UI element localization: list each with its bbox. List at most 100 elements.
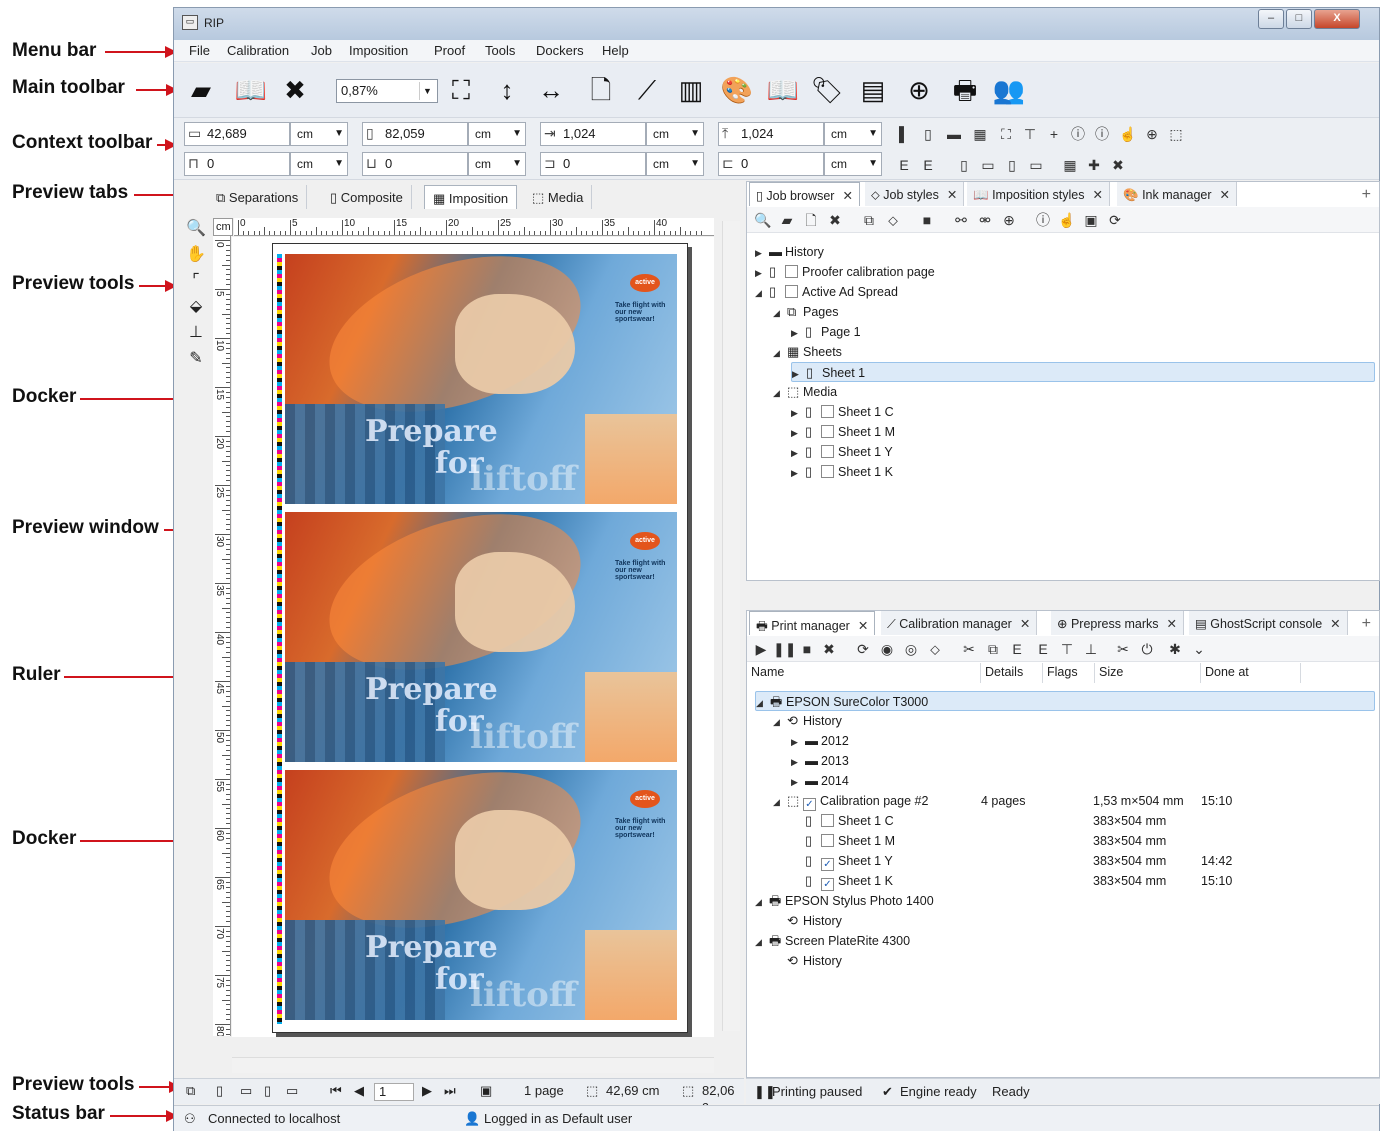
checkbox[interactable] xyxy=(821,814,834,827)
pan-tool-icon[interactable]: ✋ xyxy=(184,243,208,267)
stop-icon[interactable]: ■ xyxy=(917,210,937,230)
close-icon[interactable]: ✕ xyxy=(1330,617,1340,631)
eyedropper-icon[interactable]: ✎ xyxy=(184,347,208,371)
expander-icon[interactable]: ◢ xyxy=(755,892,769,912)
menu-help[interactable]: Help xyxy=(602,43,629,58)
col-done-at[interactable]: Done at xyxy=(1201,663,1301,683)
pin-icon[interactable]: ⊤ xyxy=(1020,123,1040,145)
landscape-icon[interactable]: ▭ xyxy=(978,154,998,176)
refresh-icon[interactable]: ⟳ xyxy=(1105,210,1125,230)
expander-icon[interactable]: ▶ xyxy=(791,423,805,443)
tree-row[interactable]: ◢ ▯ Active Ad Spread xyxy=(755,282,898,302)
tab-prepress-marks[interactable]: ⊕ Prepress marks ✕ xyxy=(1051,611,1184,635)
expander-icon[interactable]: ▶ xyxy=(791,443,805,463)
menu-calibration[interactable]: Calibration xyxy=(227,43,289,58)
close-icon[interactable]: ✕ xyxy=(1092,188,1102,202)
link-icon[interactable]: ⚯ xyxy=(951,210,971,230)
tree-row[interactable]: ◢ ▦ Sheets xyxy=(773,342,842,362)
tree-row[interactable]: ▶ ▯ Sheet 1 K xyxy=(791,462,893,482)
preview-eye-icon[interactable]: ◉ xyxy=(877,639,897,659)
scale-y-unit-select[interactable]: cm ▼ xyxy=(824,122,882,146)
book-close-icon[interactable]: ✖ xyxy=(278,73,312,107)
close-icon[interactable]: ✕ xyxy=(858,619,868,633)
cut-sheet-icon[interactable]: ✂ xyxy=(959,639,979,659)
checkbox[interactable]: ✓ xyxy=(821,858,834,871)
width-unit-select[interactable]: cm ▼ xyxy=(290,122,348,146)
offset-x-unit-select[interactable]: cm ▼ xyxy=(290,152,348,176)
tab-separations[interactable]: ⧉ Separations xyxy=(208,185,308,209)
search-icon[interactable]: 🔍 xyxy=(753,210,773,230)
new-page-icon[interactable]: 🗋 xyxy=(584,73,618,107)
checkbox[interactable]: ✓ xyxy=(821,878,834,891)
last-page-icon[interactable]: ⏭ xyxy=(444,1083,456,1099)
close-icon[interactable]: ✕ xyxy=(1167,617,1177,631)
menu-dockers[interactable]: Dockers xyxy=(536,43,584,58)
crosshair-icon[interactable]: + xyxy=(1044,123,1064,145)
table-row[interactable]: ◢ 🖶 EPSON Stylus Photo 1400 xyxy=(755,891,934,911)
add-tab-button[interactable]: + xyxy=(1362,615,1371,633)
curve-icon[interactable]: ⟋ xyxy=(630,73,664,107)
expander-icon[interactable]: ◢ xyxy=(773,712,787,732)
open-folder-icon[interactable]: ▰ xyxy=(777,210,797,230)
chevron-down-icon[interactable]: ▼ xyxy=(419,82,435,100)
portrait-icon[interactable]: ▯ xyxy=(954,154,974,176)
disc-icon[interactable]: ◎ xyxy=(901,639,921,659)
expander-icon[interactable]: ▶ xyxy=(755,243,769,263)
close-icon[interactable]: ✕ xyxy=(1020,617,1030,631)
add-tab-button[interactable]: + xyxy=(1362,186,1371,204)
unlink-icon[interactable]: ⚮ xyxy=(975,210,995,230)
expander-icon[interactable]: ◢ xyxy=(755,932,769,952)
copy-icon[interactable]: ⧉ xyxy=(983,639,1003,659)
registration-icon[interactable]: ⊕ xyxy=(1142,123,1162,145)
margin-left-unit-select[interactable]: cm ▼ xyxy=(824,152,882,176)
chevron-down-icon[interactable]: ⌄ xyxy=(1189,639,1209,659)
add-circle-icon[interactable]: ⊕ xyxy=(999,210,1019,230)
margin-right-field[interactable]: ⊐ 0 xyxy=(540,152,646,176)
book-icon[interactable]: 📖 xyxy=(234,73,268,107)
checkbox[interactable] xyxy=(785,265,798,278)
tree-row[interactable]: ◢ ⬚ Media xyxy=(773,382,837,402)
copy-icon[interactable]: ⧉ xyxy=(859,210,879,230)
menu-job[interactable]: Job xyxy=(311,43,332,58)
offset-x-field[interactable]: ⊓ 0 xyxy=(184,152,290,176)
col-size[interactable]: Size xyxy=(1095,663,1201,683)
minimize-button[interactable]: – xyxy=(1258,9,1284,29)
delete-icon[interactable]: ✖ xyxy=(1108,154,1128,176)
power-icon[interactable]: ⏻ xyxy=(1137,639,1157,659)
rotate-page-icon[interactable]: ▯ xyxy=(264,1083,271,1099)
prev-page-icon[interactable]: ◀ xyxy=(354,1083,364,1099)
margin-left-field[interactable]: ⊏ 0 xyxy=(718,152,824,176)
tab-job-styles[interactable]: ⬦ Job styles ✕ xyxy=(865,182,965,206)
hand-icon[interactable]: ☝ xyxy=(1057,210,1077,230)
cmyk-icon[interactable]: ▦ xyxy=(970,123,990,145)
checkbox[interactable] xyxy=(821,834,834,847)
checkbox[interactable] xyxy=(821,445,834,458)
tab-ink-manager[interactable]: 🎨 Ink manager ✕ xyxy=(1117,182,1238,206)
table-row[interactable]: ▯ ✓ Sheet 1 Y xyxy=(791,851,893,871)
expander-icon[interactable]: ▶ xyxy=(755,263,769,283)
expander-icon[interactable]: ◢ xyxy=(773,792,787,812)
scale-y-field[interactable]: ⤒ 1,024 xyxy=(718,122,824,146)
align-bars-icon[interactable]: ▯ xyxy=(918,123,938,145)
new-job-icon[interactable]: 🗋 xyxy=(801,210,821,230)
duplex-icon[interactable]: E xyxy=(894,154,914,176)
preview-mode-icon[interactable]: ⧉ xyxy=(186,1083,195,1099)
tree-row[interactable]: ▶ ▯ Sheet 1 M xyxy=(791,422,895,442)
horizontal-scrollbar[interactable] xyxy=(232,1057,714,1073)
tab-imposition-styles[interactable]: 📖 Imposition styles ✕ xyxy=(967,182,1110,206)
close-icon[interactable]: ✕ xyxy=(947,188,957,202)
page-e-icon[interactable]: E xyxy=(1007,639,1027,659)
open-folder-icon[interactable]: ▰ xyxy=(184,73,218,107)
users-icon[interactable]: 👥 xyxy=(992,73,1026,107)
expander-icon[interactable]: ▶ xyxy=(791,772,805,792)
tag-icon[interactable]: ⬦ xyxy=(925,639,945,659)
rotate-page-icon[interactable]: ▯ xyxy=(1002,154,1022,176)
fit-page-icon[interactable]: ⛶ xyxy=(444,73,478,107)
table-row[interactable]: ⟲ History xyxy=(773,911,842,931)
table-row[interactable]: ▯ Sheet 1 C xyxy=(791,811,894,831)
separator-icon[interactable]: ▬ xyxy=(944,123,964,145)
tree-row[interactable]: ▶ ▯ Sheet 1 xyxy=(791,362,1375,382)
landscape-page-icon[interactable]: ▭ xyxy=(240,1083,252,1099)
expander-icon[interactable]: ◢ xyxy=(773,343,787,363)
table-row[interactable]: ◢ 🖶 Screen PlateRite 4300 xyxy=(755,931,910,951)
